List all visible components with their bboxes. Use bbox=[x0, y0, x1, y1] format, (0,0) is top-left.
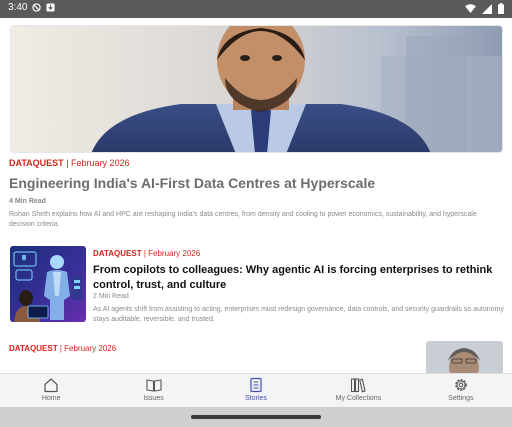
status-time: 3:40 bbox=[8, 2, 28, 13]
home-icon bbox=[44, 378, 58, 393]
article-source: DATAQUEST bbox=[93, 249, 142, 258]
nav-label: Stories bbox=[245, 395, 267, 402]
app-notification-icon bbox=[46, 3, 56, 12]
document-icon bbox=[250, 377, 262, 393]
article-source: DATAQUEST bbox=[9, 158, 64, 168]
article-thumbnail[interactable] bbox=[426, 341, 503, 373]
article-kicker: DATAQUEST | February 2026 bbox=[9, 158, 130, 168]
nav-item-home[interactable]: Home bbox=[0, 374, 102, 407]
nav-label: Issues bbox=[143, 395, 164, 402]
gear-icon bbox=[455, 379, 467, 391]
nav-label: Home bbox=[41, 395, 61, 402]
kicker-separator: | bbox=[143, 249, 146, 258]
kicker-separator: | bbox=[59, 344, 62, 353]
article-thumbnail[interactable] bbox=[10, 246, 86, 322]
article-source: DATAQUEST bbox=[9, 344, 58, 353]
cellular-signal-icon bbox=[482, 3, 492, 14]
wifi-icon bbox=[465, 4, 476, 13]
article-kicker: DATAQUEST | February 2026 bbox=[93, 249, 200, 258]
kicker-separator: | bbox=[66, 158, 69, 168]
nav-item-settings[interactable]: Settings bbox=[410, 374, 512, 407]
stories-feed[interactable]: DATAQUEST | February 2026 Engineering In… bbox=[0, 18, 512, 373]
status-right bbox=[465, 3, 504, 14]
nav-item-issues[interactable]: Issues bbox=[102, 374, 204, 407]
article-title[interactable]: From copilots to colleagues: Why agentic… bbox=[93, 263, 505, 293]
status-bar: 3:40 bbox=[0, 0, 512, 18]
article-date: February 2026 bbox=[71, 158, 130, 168]
nav-item-stories[interactable]: Stories bbox=[205, 374, 307, 407]
article-read-time: 4 Min Read bbox=[9, 198, 46, 205]
article-summary: Rohan Sheth explains how AI and HPC are … bbox=[9, 211, 477, 228]
nav-item-my-collections[interactable]: My Collections bbox=[307, 374, 409, 407]
battery-icon bbox=[498, 3, 504, 14]
article-read-time: 2 Min Read bbox=[93, 293, 129, 300]
bottom-navigation: Home Issues Stories My Collections Setti… bbox=[0, 373, 512, 407]
article-hero-image[interactable] bbox=[10, 25, 503, 153]
article-date: February 2026 bbox=[64, 344, 117, 353]
nav-label: My Collections bbox=[335, 395, 382, 402]
system-gesture-bar bbox=[0, 407, 512, 427]
home-gesture-handle[interactable] bbox=[191, 415, 321, 419]
library-icon bbox=[351, 378, 366, 393]
do-not-disturb-icon bbox=[32, 3, 42, 12]
article-summary: As AI agents shift from assisting to act… bbox=[93, 306, 504, 323]
book-open-icon bbox=[146, 379, 162, 392]
status-left: 3:40 bbox=[8, 2, 56, 13]
article-kicker: DATAQUEST | February 2026 bbox=[9, 344, 116, 353]
article-date: February 2026 bbox=[148, 249, 201, 258]
nav-label: Settings bbox=[448, 395, 474, 402]
article-title[interactable]: Engineering India's AI-First Data Centre… bbox=[9, 175, 504, 191]
